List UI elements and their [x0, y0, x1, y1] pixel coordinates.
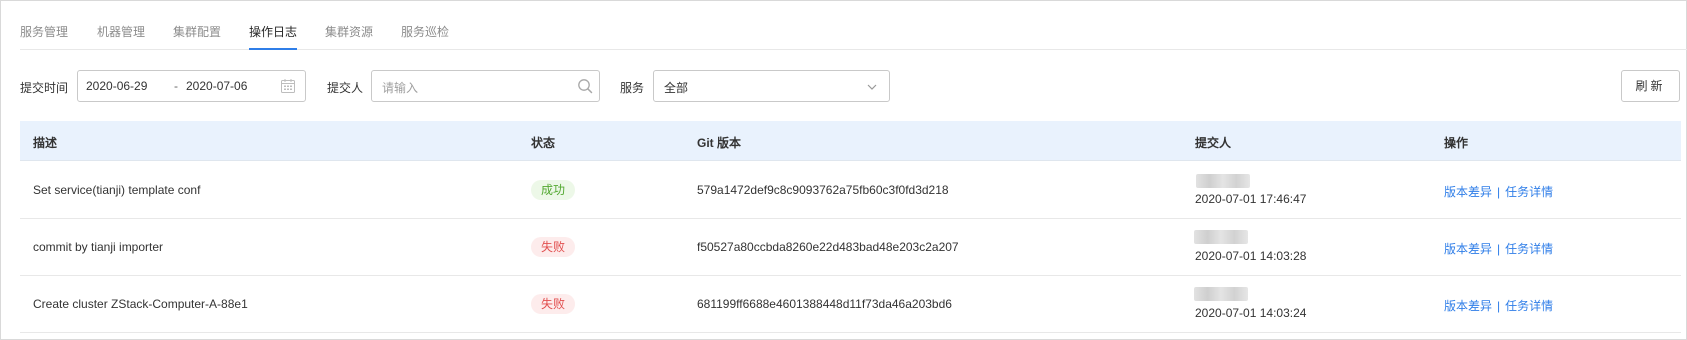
submitter-input[interactable]: 请输入 [371, 70, 600, 102]
submitter-placeholder: 请输入 [382, 81, 419, 95]
date-range-picker[interactable]: 2020-06-29 - 2020-07-06 [77, 70, 306, 102]
service-label: 服务 [620, 81, 645, 95]
submitter-name-blurred [1194, 230, 1248, 244]
task-detail-link[interactable]: 任务详情 [1505, 185, 1553, 199]
table-row: Set service(tianji) template conf 成功 579… [20, 162, 1681, 219]
task-detail-link[interactable]: 任务详情 [1505, 242, 1553, 256]
calendar-icon[interactable] [280, 78, 296, 97]
status-badge: 成功 [531, 180, 576, 200]
submitter-label: 提交人 [327, 81, 364, 95]
version-diff-link[interactable]: 版本差异 [1444, 299, 1492, 313]
submit-time: 2020-07-01 14:03:24 [1195, 306, 1307, 320]
git-version: 579a1472def9c8c9093762a75fb60c3f0fd3d218 [697, 183, 949, 197]
column-header-status: 状态 [531, 136, 556, 150]
tab-cluster-config[interactable]: 集群配置 [173, 23, 221, 40]
row-actions: 版本差异 | 任务详情 [1444, 297, 1553, 314]
tab-cluster-resources[interactable]: 集群资源 [325, 23, 373, 40]
tab-machine-management[interactable]: 机器管理 [97, 23, 145, 40]
tab-bar: 服务管理 机器管理 集群配置 操作日志 集群资源 服务巡检 [20, 0, 1687, 50]
service-select[interactable]: 全部 [653, 70, 890, 102]
action-divider: | [1497, 185, 1501, 199]
row-description: Set service(tianji) template conf [33, 183, 201, 197]
tab-service-management[interactable]: 服务管理 [20, 23, 68, 40]
column-header-submitter: 提交人 [1195, 136, 1232, 150]
submitter-name-blurred [1194, 287, 1248, 301]
date-end[interactable]: 2020-07-06 [186, 79, 247, 93]
column-header-actions: 操作 [1444, 136, 1469, 150]
date-start[interactable]: 2020-06-29 [86, 79, 147, 93]
submit-time-label: 提交时间 [20, 81, 69, 95]
submit-time: 2020-07-01 17:46:47 [1195, 192, 1307, 206]
refresh-button[interactable]: 刷新 [1621, 70, 1680, 102]
chevron-down-icon [866, 81, 878, 96]
table-header: 描述 状态 Git 版本 提交人 操作 [20, 121, 1681, 161]
tab-service-inspection[interactable]: 服务巡检 [401, 23, 449, 40]
search-icon[interactable] [577, 78, 593, 97]
tab-operation-log[interactable]: 操作日志 [249, 23, 298, 50]
git-version: 681199ff6688e4601388448d11f73da46a203bd6 [697, 297, 952, 311]
task-detail-link[interactable]: 任务详情 [1505, 299, 1553, 313]
version-diff-link[interactable]: 版本差异 [1444, 242, 1492, 256]
status-badge: 失败 [531, 237, 576, 257]
row-actions: 版本差异 | 任务详情 [1444, 240, 1553, 257]
submitter-name-blurred [1196, 174, 1250, 188]
service-select-value: 全部 [664, 81, 689, 95]
row-description: commit by tianji importer [33, 240, 164, 254]
git-version: f50527a80ccbda8260e22d483bad48e203c2a207 [697, 240, 959, 254]
row-description: Create cluster ZStack-Computer-A-88e1 [33, 297, 248, 311]
action-divider: | [1497, 242, 1501, 256]
status-badge: 失败 [531, 294, 576, 314]
row-actions: 版本差异 | 任务详情 [1444, 183, 1553, 200]
submit-time: 2020-07-01 14:03:28 [1195, 249, 1307, 263]
column-header-desc: 描述 [33, 136, 58, 150]
table-row: commit by tianji importer 失败 f50527a80cc… [20, 219, 1681, 276]
date-separator: - [174, 79, 178, 93]
column-header-git-version: Git 版本 [697, 136, 741, 150]
action-divider: | [1497, 299, 1501, 313]
table-row: Create cluster ZStack-Computer-A-88e1 失败… [20, 276, 1681, 333]
version-diff-link[interactable]: 版本差异 [1444, 185, 1492, 199]
